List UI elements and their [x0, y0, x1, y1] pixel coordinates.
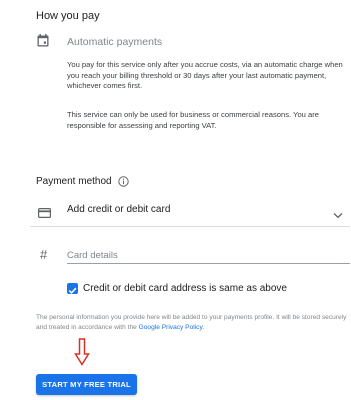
privacy-notice: The personal information you provide her… — [36, 313, 348, 333]
info-icon[interactable] — [117, 176, 129, 187]
start-free-trial-button[interactable]: START MY FREE TRIAL — [36, 374, 137, 395]
card-details-underline — [67, 263, 350, 264]
vat-notice: This service can only be used for busine… — [67, 110, 319, 130]
payment-method-title: Payment method — [36, 176, 112, 187]
card-details-input[interactable] — [67, 248, 343, 262]
same-address-label[interactable]: Credit or debit card address is same as … — [83, 283, 287, 294]
chevron-down-icon[interactable] — [333, 206, 343, 219]
privacy-suffix: . — [202, 324, 205, 331]
payment-method-heading: Payment method — [36, 176, 129, 187]
privacy-policy-link[interactable]: Google Privacy Policy — [139, 324, 203, 331]
divider — [30, 226, 350, 227]
hash-icon: # — [40, 247, 48, 262]
payment-description: You pay for this service only after you … — [67, 60, 343, 90]
checkbox-checked-icon — [68, 287, 77, 295]
add-card-label[interactable]: Add credit or debit card — [67, 204, 170, 215]
same-address-checkbox[interactable] — [67, 283, 78, 295]
calendar-icon — [37, 34, 49, 47]
arrow-down-icon — [74, 338, 90, 366]
section-title: How you pay — [36, 10, 100, 22]
payment-type-label: Automatic payments — [67, 36, 163, 48]
credit-card-icon — [38, 205, 52, 219]
